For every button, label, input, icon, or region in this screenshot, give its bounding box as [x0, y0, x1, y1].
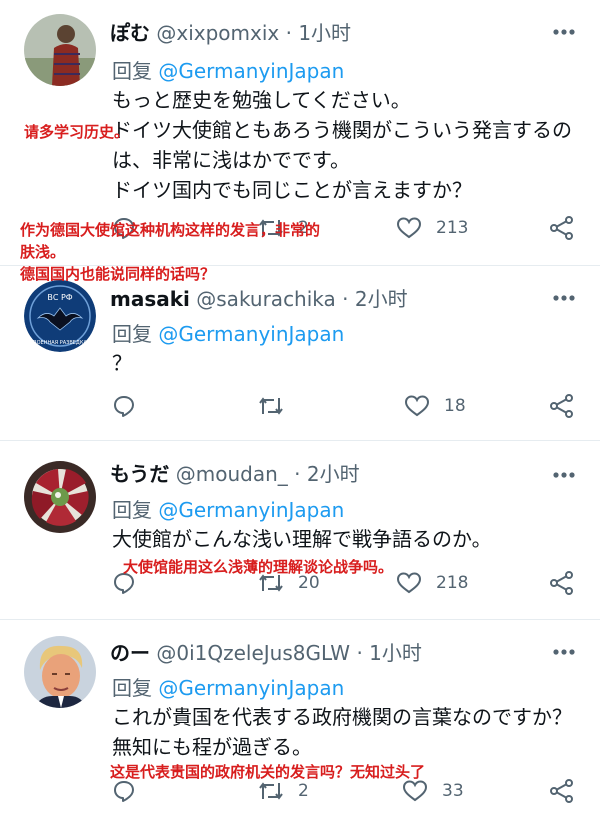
tweet-text: 大使館がこんな浅い理解で戦争語るのか。 — [112, 527, 492, 551]
avatar[interactable]: ВС РФ ВОЕННАЯ РАЗВЕДКА — [24, 280, 96, 352]
tweet-3[interactable]: もうだ @moudan_ · 2小时 回复 @GermanyinJapan 大使… — [0, 441, 600, 619]
emblem-ring-text: ВОЕННАЯ РАЗВЕДКА — [33, 340, 87, 346]
tweet-actions: 18 — [0, 394, 600, 424]
tweet-text: ？ — [112, 351, 132, 375]
avatar[interactable] — [24, 461, 96, 533]
reply-label: 回复 — [112, 676, 152, 700]
more-options-icon[interactable] — [552, 471, 576, 479]
tweet-header: のー @0i1QzeleJus8GLW · 1小时 — [110, 637, 422, 666]
tweet-actions: 2 33 — [0, 779, 600, 809]
separator-dot: · — [294, 462, 301, 486]
like-count: 218 — [436, 573, 469, 593]
user-handle[interactable]: @xixpomxix — [156, 21, 279, 45]
display-name[interactable]: ぽむ — [110, 21, 150, 45]
separator-dot: · — [342, 287, 349, 311]
timestamp[interactable]: 1小时 — [298, 21, 351, 45]
avatar[interactable] — [24, 14, 96, 86]
separator-dot: · — [285, 21, 292, 45]
reply-mention-link[interactable]: @GermanyinJapan — [158, 676, 344, 700]
like-button[interactable]: 218 — [396, 571, 468, 595]
translation-note-1: 请多学习历史。 — [24, 123, 130, 141]
tweet-header: もうだ @moudan_ · 2小时 — [110, 458, 360, 487]
like-button[interactable]: 18 — [404, 394, 466, 418]
like-button[interactable]: 213 — [396, 216, 468, 240]
separator-dot: · — [356, 641, 363, 665]
display-name[interactable]: masaki — [110, 287, 190, 311]
more-options-icon[interactable] — [552, 648, 576, 656]
tweet-4[interactable]: のー @0i1QzeleJus8GLW · 1小时 回复 @GermanyinJ… — [0, 620, 600, 830]
replying-to: 回复 @GermanyinJapan — [112, 672, 344, 701]
timestamp[interactable]: 1小时 — [369, 641, 422, 665]
heart-icon — [396, 217, 422, 239]
share-button[interactable] — [549, 216, 575, 240]
replying-to: 回复 @GermanyinJapan — [112, 494, 344, 523]
reply-mention-link[interactable]: @GermanyinJapan — [158, 322, 344, 346]
food-photo-avatar-icon — [24, 461, 96, 533]
display-name[interactable]: もうだ — [110, 462, 169, 486]
retweet-icon — [259, 397, 283, 415]
user-handle[interactable]: @0i1QzeleJus8GLW — [156, 641, 350, 665]
reply-mention-link[interactable]: @GermanyinJapan — [158, 498, 344, 522]
portrait-photo-avatar-icon — [24, 636, 96, 708]
share-button[interactable] — [549, 571, 575, 595]
heart-icon — [396, 572, 422, 594]
timestamp[interactable]: 2小时 — [307, 462, 360, 486]
reply-icon — [114, 396, 134, 417]
tweet-header: ぽむ @xixpomxix · 1小时 — [110, 17, 351, 46]
share-icon — [550, 394, 573, 418]
reply-label: 回复 — [112, 322, 152, 346]
tweet-header: masaki @sakurachika · 2小时 — [110, 283, 408, 312]
reply-label: 回复 — [112, 498, 152, 522]
timestamp[interactable]: 2小时 — [355, 287, 408, 311]
tweet-2[interactable]: ВС РФ ВОЕННАЯ РАЗВЕДКА masaki @sakurachi… — [0, 266, 600, 440]
share-button[interactable] — [549, 394, 575, 418]
more-options-icon[interactable] — [552, 294, 576, 302]
like-count: 213 — [436, 218, 469, 238]
tweet-text: これが貴国を代表する政府機関の言葉なのですか？無知にも程が過ぎる。 — [112, 705, 572, 759]
replying-to: 回复 @GermanyinJapan — [112, 55, 344, 84]
like-count: 33 — [442, 781, 464, 801]
retweet-button[interactable] — [258, 394, 298, 418]
share-button[interactable] — [549, 779, 575, 803]
share-icon — [550, 571, 573, 595]
emblem-top-text: ВС РФ — [47, 293, 72, 302]
avatar[interactable] — [24, 636, 96, 708]
replying-to: 回复 @GermanyinJapan — [112, 318, 344, 347]
translation-note-2: 作为德国大使馆这种机构这样的发言，非常的 肤浅。 德国国内也能说同样的话吗？ — [20, 221, 321, 283]
share-icon — [550, 779, 573, 803]
heart-icon — [404, 395, 430, 417]
display-name[interactable]: のー — [110, 641, 150, 665]
tweet-text: もっと歴史を勉強してください。 ドイツ大使館ともあろう機関がこういう発言するのは… — [112, 88, 572, 202]
reply-mention-link[interactable]: @GermanyinJapan — [158, 59, 344, 83]
more-options-icon[interactable] — [552, 28, 576, 36]
translation-note-4: 这是代表贵国的政府机关的发言吗？无知过头了 — [110, 763, 426, 781]
translation-note-3: 大使馆能用这么浅薄的理解谈论战争吗。 — [123, 558, 394, 576]
reply-button[interactable] — [112, 394, 136, 418]
retweet-count: 2 — [298, 781, 309, 801]
user-handle[interactable]: @sakurachika — [196, 287, 336, 311]
user-photo-avatar-icon — [24, 14, 96, 86]
military-emblem-avatar-icon: ВС РФ ВОЕННАЯ РАЗВЕДКА — [24, 280, 96, 352]
reply-label: 回复 — [112, 59, 152, 83]
share-icon — [550, 216, 573, 240]
like-count: 18 — [444, 396, 466, 416]
user-handle[interactable]: @moudan_ — [176, 462, 288, 486]
